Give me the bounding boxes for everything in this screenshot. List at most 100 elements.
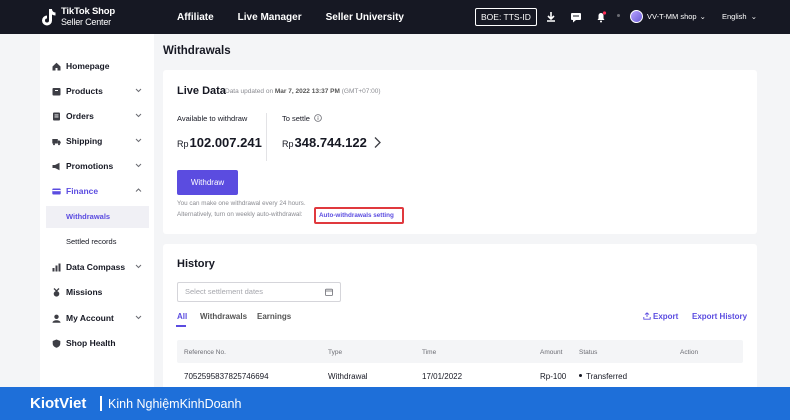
updated-prefix: Data updated on [225,88,275,95]
medal-icon [53,287,60,297]
sidebar-item-label: Promotions [66,161,114,171]
chevron-down-icon [135,264,142,269]
logo-title: TikTok Shop [61,6,115,17]
column-action: Action [680,349,699,356]
chevron-down-icon: ⌄ [699,12,706,21]
sidebar-item-label: Data Compass [66,262,126,272]
nav-affiliate[interactable]: Affiliate [177,12,214,23]
user-icon [52,314,61,323]
amount-value: 348.744.122 [294,135,367,150]
bell-icon[interactable] [595,11,607,23]
export-history-button[interactable]: Export History [692,312,747,321]
boe-badge[interactable]: BOE: TTS-ID [475,8,537,26]
sidebar-item-label: Products [66,86,103,96]
auto-withdrawals-setting-link[interactable]: Auto-withdrawals setting [314,207,404,224]
sidebar-item-homepage[interactable]: Homepage [40,54,154,78]
row-reference: 7052595837825746694 [184,372,269,381]
chart-icon [52,263,61,271]
withdraw-button[interactable]: Withdraw [177,170,238,195]
language-selector[interactable]: English ⌄ [722,12,757,21]
available-label: Available to withdraw [177,114,248,123]
sidebar-item-label: Homepage [66,61,110,71]
sidebar: Homepage Products Orders Shipping Promot… [40,34,154,420]
settle-amount: Rp348.744.122 [282,135,367,150]
column-amount: Amount [540,349,563,356]
sidebar-item-orders[interactable]: Orders [40,104,154,128]
sidebar-item-missions[interactable]: Missions [40,280,154,304]
available-amount: Rp102.007.241 [177,135,262,150]
updated-date: Mar 7, 2022 13:37 PM [274,88,340,95]
export-icon [643,312,651,320]
chevron-down-icon [135,163,142,168]
column-time: Time [422,349,437,356]
row-amount: Rp-100 [540,372,567,381]
sidebar-item-finance[interactable]: Finance [40,179,154,203]
logo-subtitle: Seller Center [61,17,111,27]
chat-icon[interactable] [570,11,582,23]
sidebar-item-shipping[interactable]: Shipping [40,129,154,153]
data-updated-text: Data updated on Mar 7, 2022 13:37 PM (GM… [225,88,381,95]
sidebar-item-label: Shipping [66,136,103,146]
megaphone-icon [52,162,60,170]
divider [266,113,267,161]
tiktok-shop-logo[interactable]: TikTok Shop Seller Center [40,7,115,27]
chevron-right-icon[interactable] [373,136,382,149]
column-reference: Reference No. [184,349,226,356]
chevron-up-icon [135,188,142,192]
banner-separator [100,396,102,411]
sidebar-item-data-compass[interactable]: Data Compass [40,255,154,279]
kiotviet-brand: KiotViet [30,395,87,412]
tab-all[interactable]: All [177,312,187,321]
row-time: 17/01/2022 [422,372,463,381]
sidebar-item-promotions[interactable]: Promotions [40,154,154,178]
nav-seller-university[interactable]: Seller University [326,12,404,23]
page-title: Withdrawals [163,45,231,57]
sidebar-item-products[interactable]: Products [40,79,154,103]
info-icon[interactable] [314,114,322,122]
currency: Rp [177,139,189,149]
settlement-date-picker[interactable]: Select settlement dates [177,282,341,302]
withdraw-note: You can make one withdrawal every 24 hou… [177,200,306,207]
shop-name: VV-T-MM shop [647,12,697,21]
truck-icon [52,138,61,145]
chevron-down-icon [135,315,142,320]
updated-timezone: (GMT+07:00) [339,88,381,95]
amount-value: 102.007.241 [189,135,262,150]
chevron-down-icon: ⌄ [750,12,757,21]
tiktok-logo-icon [42,8,56,25]
download-icon[interactable] [545,11,557,23]
to-settle-label: To settle [282,114,322,123]
table-header [177,340,743,363]
chevron-down-icon [135,113,142,118]
card-icon [52,188,61,194]
tab-withdrawals[interactable]: Withdrawals [200,312,247,321]
sidebar-subitem-withdrawals[interactable]: Withdrawals [46,206,149,228]
tab-earnings[interactable]: Earnings [257,312,291,321]
sidebar-item-my-account[interactable]: My Account [40,306,154,330]
shield-icon [52,339,61,348]
sidebar-subitem-settled-records[interactable]: Settled records [46,231,149,253]
row-type: Withdrawal [328,372,368,381]
chevron-down-icon [135,88,142,93]
calendar-icon [325,288,333,296]
sidebar-item-label: My Account [66,313,114,323]
to-settle-text: To settle [282,114,310,123]
avatar [630,10,643,23]
history-title: History [177,258,215,270]
auto-withdraw-note: Alternatively, turn on weekly auto-withd… [177,211,303,218]
sidebar-item-label: Finance [66,186,99,196]
banner-tagline: Kinh NghiệmKinhDoanh [108,397,242,411]
nav-live-manager[interactable]: Live Manager [238,12,302,23]
status-dot [579,374,582,377]
sidebar-item-label: Shop Health [66,338,116,348]
active-tab-indicator [176,325,186,327]
sidebar-item-label: Missions [66,287,103,297]
user-menu[interactable]: VV-T-MM shop ⌄ [630,10,706,23]
export-label: Export [653,312,679,321]
sidebar-item-shop-health[interactable]: Shop Health [40,331,154,355]
separator-dot [617,14,620,17]
live-data-title: Live Data [177,85,226,97]
language-label: English [722,12,747,21]
date-placeholder: Select settlement dates [185,287,263,296]
export-button[interactable]: Export [643,312,678,321]
